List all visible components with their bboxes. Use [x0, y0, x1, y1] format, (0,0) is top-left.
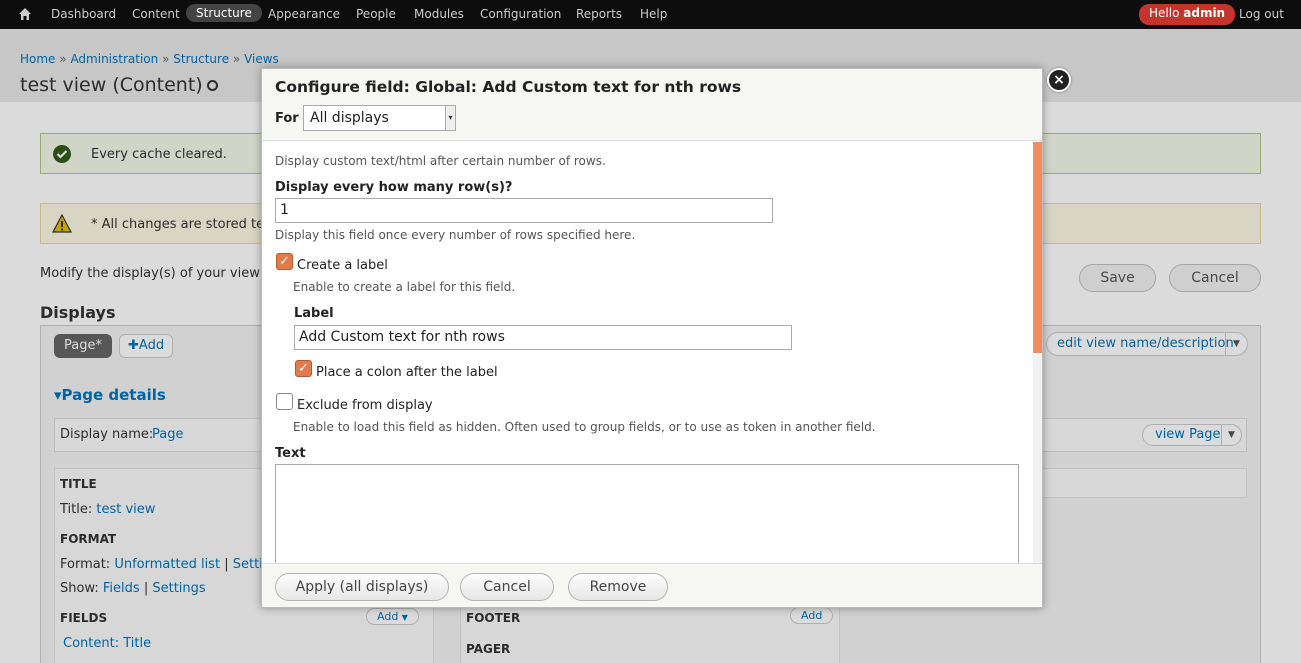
- dialog-footer: Apply (all displays) Cancel Remove: [262, 563, 1042, 607]
- dialog-body[interactable]: Display custom text/html after certain n…: [262, 142, 1042, 563]
- nav-reports[interactable]: Reports: [576, 7, 622, 21]
- select-arrow-icon: ▾: [445, 106, 455, 130]
- for-label: For: [275, 111, 299, 126]
- nav-help[interactable]: Help: [640, 7, 667, 21]
- create-label-text: Create a label: [297, 258, 388, 273]
- dialog-title: Configure field: Global: Add Custom text…: [275, 78, 742, 96]
- rows-input[interactable]: 1: [275, 198, 773, 223]
- create-label-checkbox[interactable]: ✓: [276, 253, 293, 270]
- configure-field-dialog: Configure field: Global: Add Custom text…: [261, 68, 1071, 608]
- colon-label: Place a colon after the label: [316, 365, 498, 380]
- remove-button[interactable]: Remove: [568, 573, 668, 601]
- rows-label: Display every how many row(s)?: [275, 180, 513, 195]
- exclude-checkbox[interactable]: [276, 393, 293, 410]
- home-icon[interactable]: [18, 7, 32, 21]
- exclude-label: Exclude from display: [297, 398, 433, 413]
- rows-help: Display this field once every number of …: [275, 228, 636, 242]
- apply-button[interactable]: Apply (all displays): [275, 573, 449, 601]
- nav-appearance[interactable]: Appearance: [268, 7, 340, 21]
- close-icon[interactable]: ×: [1047, 68, 1071, 92]
- nav-structure[interactable]: Structure: [186, 4, 262, 22]
- scrollbar-thumb[interactable]: [1033, 142, 1042, 353]
- logout-link[interactable]: Log out: [1239, 7, 1284, 21]
- text-textarea[interactable]: [275, 464, 1019, 563]
- user-greeting[interactable]: Hello admin: [1139, 4, 1236, 25]
- create-label-help: Enable to create a label for this field.: [293, 280, 516, 294]
- nav-content[interactable]: Content: [132, 7, 180, 21]
- exclude-help: Enable to load this field as hidden. Oft…: [293, 420, 876, 434]
- label-heading: Label: [294, 306, 334, 321]
- nav-dashboard[interactable]: Dashboard: [51, 7, 116, 21]
- label-input[interactable]: Add Custom text for nth rows: [294, 325, 792, 350]
- nav-people[interactable]: People: [356, 7, 396, 21]
- dialog-scrollbar[interactable]: [1033, 142, 1042, 563]
- dialog-cancel-button[interactable]: Cancel: [460, 573, 554, 601]
- admin-toolbar: Dashboard Content Structure Appearance P…: [0, 0, 1301, 29]
- username: admin: [1183, 6, 1226, 20]
- field-description: Display custom text/html after certain n…: [275, 154, 606, 168]
- text-heading: Text: [275, 446, 306, 461]
- dialog-header: Configure field: Global: Add Custom text…: [262, 69, 1042, 141]
- for-displays-select[interactable]: All displays ▾: [303, 105, 456, 131]
- colon-checkbox[interactable]: ✓: [295, 360, 312, 377]
- nav-modules[interactable]: Modules: [414, 7, 464, 21]
- nav-configuration[interactable]: Configuration: [480, 7, 561, 21]
